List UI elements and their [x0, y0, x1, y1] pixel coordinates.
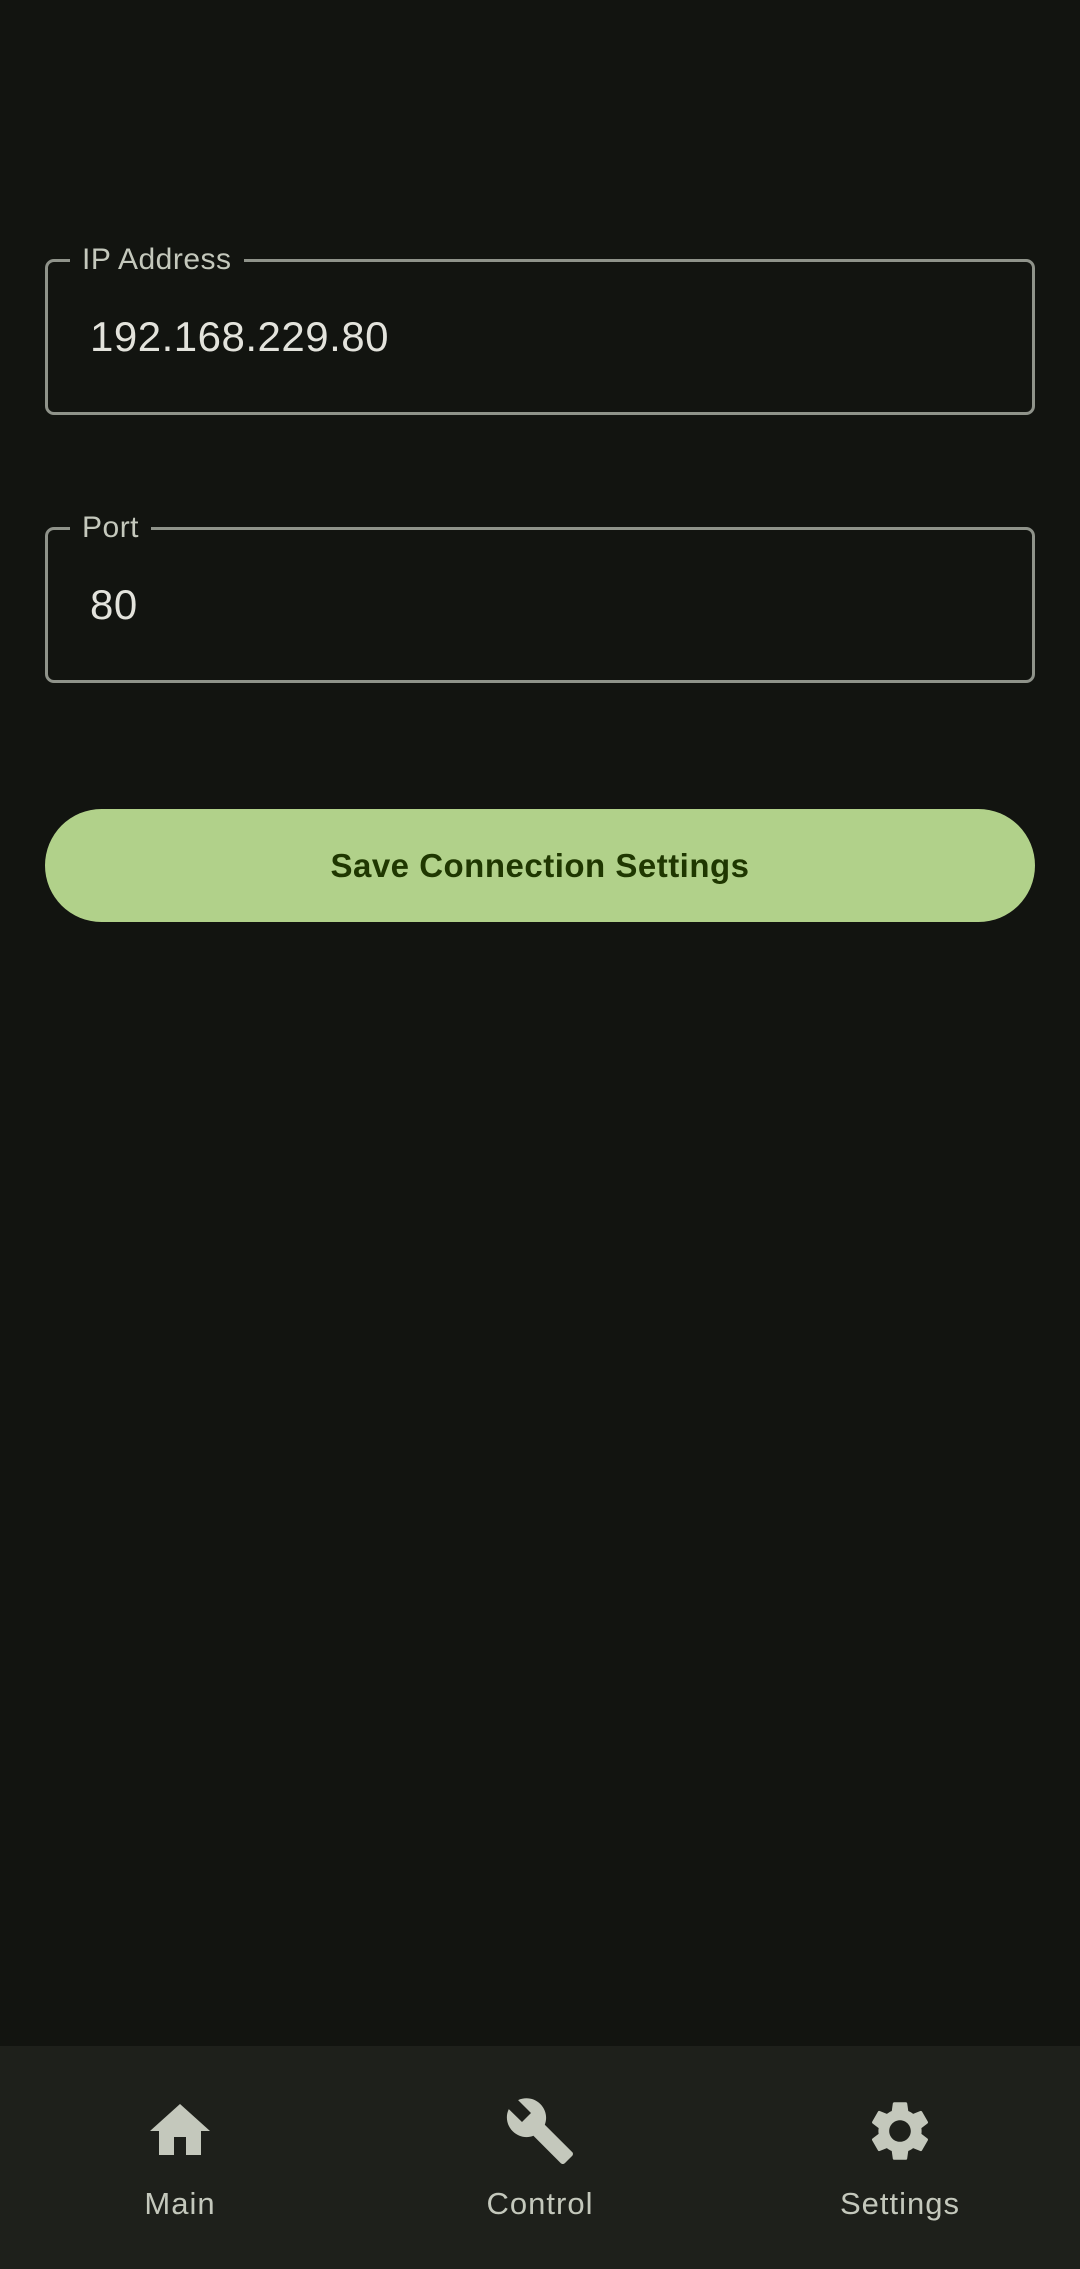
port-field[interactable]: Port 80 — [45, 510, 1035, 683]
nav-item-settings[interactable]: Settings — [720, 2046, 1080, 2269]
save-connection-settings-button[interactable]: Save Connection Settings — [45, 809, 1035, 922]
ip-address-field[interactable]: IP Address 192.168.229.80 — [45, 242, 1035, 415]
ip-address-label: IP Address — [70, 242, 244, 278]
nav-item-main[interactable]: Main — [0, 2046, 360, 2269]
ip-address-input[interactable]: 192.168.229.80 — [90, 312, 389, 362]
home-icon — [144, 2095, 216, 2167]
nav-label-control: Control — [486, 2186, 594, 2221]
nav-item-control[interactable]: Control — [360, 2046, 720, 2269]
nav-label-settings: Settings — [839, 2186, 960, 2221]
nav-label-main: Main — [144, 2186, 216, 2221]
wrench-icon — [504, 2095, 576, 2167]
port-label: Port — [70, 510, 152, 546]
port-input[interactable]: 80 — [90, 580, 138, 630]
bottom-navigation: Main Control Settings — [0, 2046, 1080, 2269]
gear-icon — [864, 2095, 936, 2167]
settings-screen: IP Address 192.168.229.80 Port 80 Save C… — [0, 0, 1080, 2269]
